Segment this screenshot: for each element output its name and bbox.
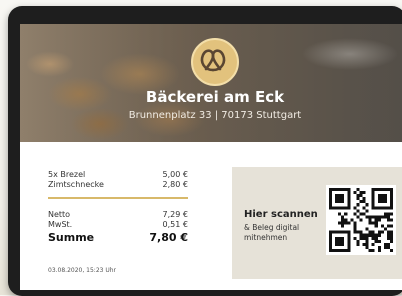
line-item-label: 5x Brezel (48, 170, 86, 179)
scan-subtitle: & Beleg digital (244, 223, 300, 232)
scan-subtitle: mitnehmen (244, 233, 288, 242)
receipt-timestamp: 03.08.2020, 15:23 Uhr (48, 267, 117, 274)
line-item-label: Zimtschnecke (48, 180, 104, 189)
tablet-frame: Bäckerei am Eck Brunnenplatz 33 | 70173 … (8, 6, 402, 296)
sum-value: 7,80 € (149, 231, 188, 244)
tax-value: 0,51 € (162, 220, 188, 229)
pretzel-icon (191, 38, 239, 86)
qr-code-icon[interactable] (326, 185, 396, 255)
scan-panel: Hier scannen & Beleg digital mitnehmen (232, 167, 402, 279)
tax-label: MwSt. (48, 220, 73, 229)
pretzel-icon-glyph (200, 49, 226, 72)
scan-title: Hier scannen (244, 209, 318, 220)
store-name: Bäckerei am Eck (145, 88, 285, 106)
line-item: Zimtschnecke 2,80 € (48, 180, 218, 192)
sum-row: Summe 7,80 € (48, 231, 218, 244)
qr-code-glyph (329, 188, 393, 252)
accent-divider (48, 197, 188, 199)
net-value: 7,29 € (162, 210, 188, 219)
line-item-price: 5,00 € (162, 170, 188, 179)
receipt-screen: Bäckerei am Eck Brunnenplatz 33 | 70173 … (20, 24, 402, 290)
store-address: Brunnenplatz 33 | 70173 Stuttgart (128, 110, 302, 121)
net-label: Netto (48, 210, 71, 219)
sum-label: Summe (48, 231, 95, 244)
line-item-price: 2,80 € (162, 180, 188, 189)
